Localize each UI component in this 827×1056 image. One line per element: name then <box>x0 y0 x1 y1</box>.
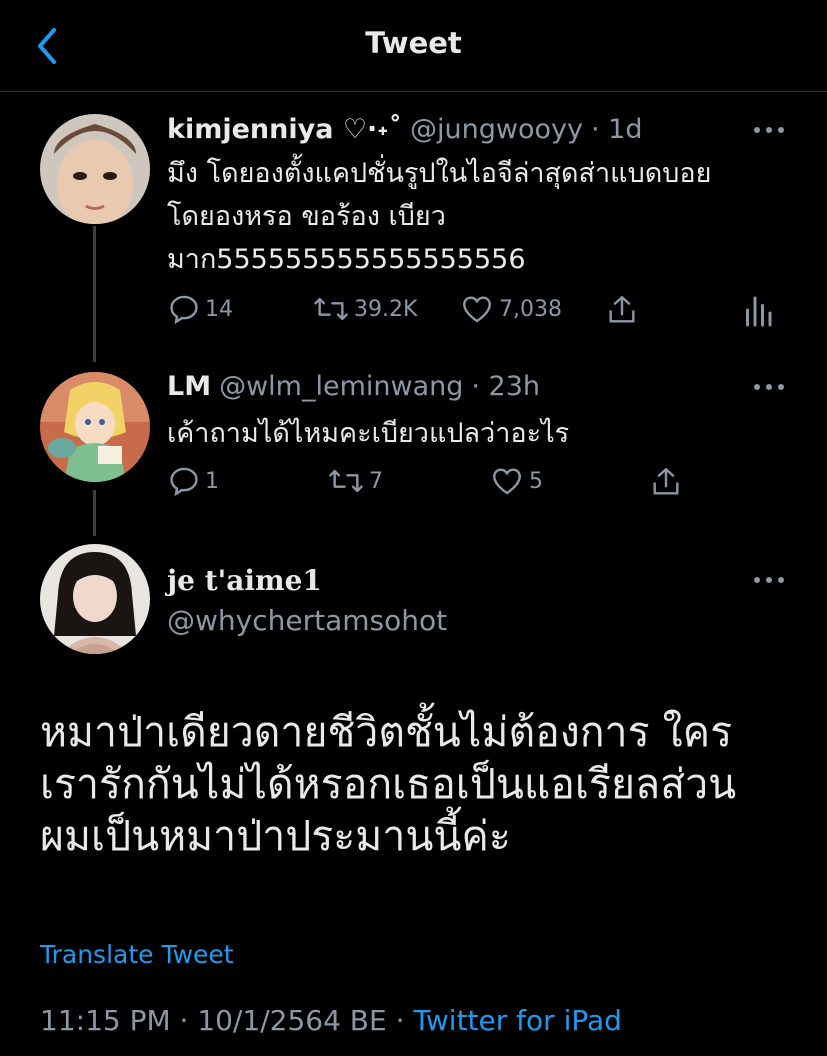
translate-tweet-link[interactable]: Translate Tweet <box>40 940 234 969</box>
tweet-text-line: หมาป่าเดียวดายชีวิตชั้นไม่ต้องการ ใคร <box>40 708 733 756</box>
retweet-icon <box>314 297 348 321</box>
tweet-text-line: โดยองหรอ ขอร้อง เบียว <box>167 201 446 232</box>
more-icon[interactable] <box>752 574 786 586</box>
tweet-text: มึง โดยองตั้งแคปชั่นรูปในไอจีล่าสุดส่าแบ… <box>167 152 797 281</box>
author-handle[interactable]: @wlm_leminwang <box>219 371 463 402</box>
reply-icon <box>170 467 198 497</box>
more-icon[interactable] <box>752 124 786 136</box>
thread-connector <box>93 490 96 536</box>
retweet-button[interactable]: 7 <box>327 464 383 498</box>
tweet-source-link[interactable]: Twitter for iPad <box>413 1004 621 1037</box>
tweet-time: · 1d <box>590 114 643 145</box>
author-handle[interactable]: @jungwooyy <box>410 114 583 145</box>
more-icon[interactable] <box>752 381 786 393</box>
like-count: 7,038 <box>499 296 562 322</box>
reply-icon <box>170 295 198 325</box>
top-bar: Tweet <box>0 0 827 92</box>
tweet-timestamp: 11:15 PM · 10/1/2564 BE · <box>40 1004 405 1037</box>
retweet-icon <box>329 469 363 493</box>
analytics-button[interactable] <box>743 292 773 328</box>
like-icon <box>493 468 521 495</box>
share-button[interactable] <box>605 292 639 328</box>
share-icon <box>653 468 679 495</box>
reply-count: 1 <box>205 468 219 494</box>
tweet-header: kimjenniya ♡·˖˚ @jungwooyy · 1d <box>167 114 642 145</box>
thread-connector <box>93 226 96 362</box>
analytics-icon <box>746 296 772 327</box>
tweet-text: เค้าถามได้ไหมคะเบียวแปลว่าอะไร <box>167 412 787 455</box>
avatar[interactable] <box>40 114 150 224</box>
tweet-text-line: ผมเป็นหมาป่าประมานนี้ค่ะ <box>40 812 511 860</box>
tweet-actions: 14 39.2K 7,038 <box>167 292 787 332</box>
retweet-count: 39.2K <box>354 296 418 322</box>
tweet-text-line: เค้าถามได้ไหมคะเบียวแปลว่าอะไร <box>167 418 570 449</box>
reply-button[interactable]: 14 <box>167 292 233 326</box>
like-button[interactable]: 7,038 <box>459 292 562 326</box>
like-icon <box>463 296 491 323</box>
reply-count: 14 <box>205 296 233 322</box>
avatar[interactable] <box>40 372 150 482</box>
tweet-text: หมาป่าเดียวดายชีวิตชั้นไม่ต้องการ ใคร เร… <box>40 706 810 862</box>
author-name[interactable]: LM <box>167 371 211 402</box>
tweet-header: LM @wlm_leminwang · 23h <box>167 371 540 402</box>
page-title: Tweet <box>365 26 462 60</box>
like-count: 5 <box>529 468 543 494</box>
retweet-count: 7 <box>369 468 383 494</box>
share-icon <box>609 296 635 323</box>
share-button[interactable] <box>649 464 683 500</box>
tweet-time: · 23h <box>471 371 541 402</box>
author-name[interactable]: kimjenniya ♡·˖˚ <box>167 114 402 145</box>
tweet-metadata: 11:15 PM · 10/1/2564 BE · Twitter for iP… <box>40 1004 622 1037</box>
author-handle[interactable]: @whychertamsohot <box>167 604 447 637</box>
tweet-text-line: เรารักกันไม่ได้หรอกเธอเป็นแอเรียลส่วน <box>40 760 737 808</box>
author-name[interactable]: je t'aime1 <box>167 564 322 597</box>
tweet-text-line: มึง โดยองตั้งแคปชั่นรูปในไอจีล่าสุดส่าแบ… <box>167 158 712 189</box>
tweet-text-line: มาก555555555555555556 <box>167 244 526 275</box>
tweet-actions: 1 7 5 <box>167 464 707 504</box>
like-button[interactable]: 5 <box>489 464 543 498</box>
reply-button[interactable]: 1 <box>167 464 219 498</box>
avatar[interactable] <box>40 544 150 654</box>
retweet-button[interactable]: 39.2K <box>312 292 417 326</box>
